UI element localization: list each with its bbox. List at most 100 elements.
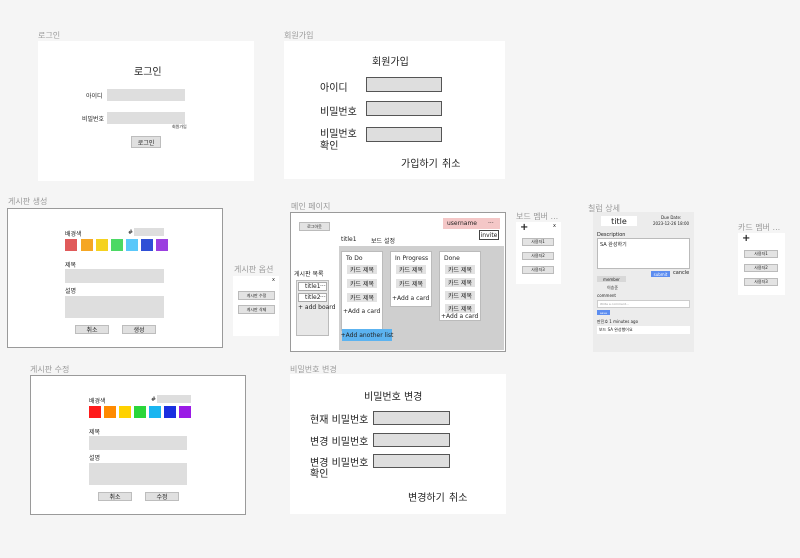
board-item-menu-icon[interactable]: ... [320,281,326,288]
color-swatch-sky[interactable] [149,406,161,418]
member-item[interactable]: 사용자1 [744,250,778,258]
board-create-title-input[interactable] [65,269,164,283]
signup-pw-input[interactable] [366,101,442,116]
card-item[interactable]: 카드 제목 [445,304,475,313]
board-list-item-label: title2 [305,294,321,301]
board-list-item[interactable]: title1 ... [298,281,327,291]
user-menu-icon[interactable]: ... [488,218,494,225]
board-item-menu-icon[interactable]: ... [320,292,326,299]
board-list-label: 게시판 목록 [294,271,324,278]
signup-id-label: 아이디 [320,83,348,94]
comment-input[interactable]: Write a comment... [597,300,690,308]
signup-pw-confirm-input[interactable] [366,127,442,142]
board-create-hash: # [128,229,134,236]
frame-label-board-options: 게시판 옵션 [234,265,274,274]
card-item[interactable]: 카드 제목 [396,279,426,288]
color-swatch-green[interactable] [134,406,146,418]
member-item[interactable]: 사용자2 [744,264,778,272]
member-item[interactable]: 사용자1 [522,238,554,246]
confirm-password-input[interactable] [373,454,450,468]
board-options-edit-button[interactable]: 게시판 수정 [238,291,275,300]
board-edit-desc-input[interactable] [89,463,187,485]
board-settings-link[interactable]: 보드 설정 [371,236,395,245]
add-member-icon[interactable]: + [520,222,528,233]
color-swatch-orange[interactable] [104,406,116,418]
color-swatch-red[interactable] [89,406,101,418]
cancel-button[interactable]: cancle [673,270,689,276]
close-icon[interactable]: x [272,277,275,283]
column-in-progress: In Progress 카드 제목 카드 제목 +Add a card [390,251,432,307]
member-item[interactable]: 사용자3 [522,266,554,274]
password-change-submit-button[interactable]: 변경하기 [408,489,445,504]
card-item[interactable]: 카드 제목 [347,293,377,302]
add-card-button[interactable]: +Add a card [343,308,380,315]
card-item[interactable]: 카드 제목 [396,265,426,274]
card-item[interactable]: 카드 제목 [347,265,377,274]
login-id-input[interactable] [107,89,185,101]
card-item[interactable]: 카드 제목 [445,278,475,287]
signup-title: 회원가입 [372,57,409,68]
color-swatch-yellow[interactable] [119,406,131,418]
board-create-cancel-button[interactable]: 취소 [75,325,109,334]
board-create-desc-input[interactable] [65,296,164,318]
comment-item: 보드 SA 완성했어요 [597,326,690,334]
board-edit-cancel-button[interactable]: 취소 [98,492,132,501]
board-edit-title-input[interactable] [89,436,187,450]
logout-button[interactable]: 로그아웃 [299,222,330,231]
signup-cancel-button[interactable]: 취소 [442,155,460,170]
board-edit-submit-button[interactable]: 수정 [145,492,179,501]
confirm-password-label-2: 확인 [310,469,329,480]
color-swatch-green[interactable] [111,239,123,251]
color-swatch-red[interactable] [65,239,77,251]
board-create-bg-label: 배경색 [65,231,82,238]
add-list-button[interactable]: +Add another list [341,329,393,341]
frame-label-board-edit: 게시판 수정 [30,365,70,374]
card-item[interactable]: 카드 제목 [445,265,475,274]
login-button[interactable]: 로그인 [131,136,161,148]
board-list-item[interactable]: title2 ... [298,292,327,302]
card-item[interactable]: 카드 제목 [347,279,377,288]
color-swatch-sky[interactable] [126,239,138,251]
signup-link[interactable]: 회원가입 [172,124,187,130]
user-badge[interactable]: username ... [443,218,500,229]
frame-label-board-members: 보드 멤버 ... [516,212,559,221]
add-board-button[interactable]: + add board [298,304,335,311]
color-swatch-blue[interactable] [164,406,176,418]
add-card-button[interactable]: +Add a card [392,295,429,302]
board-options-delete-button[interactable]: 게시판 삭제 [238,305,275,314]
invite-button[interactable]: invite [479,230,499,240]
add-member-icon[interactable]: + [742,233,750,244]
member-item[interactable]: 사용자2 [522,252,554,260]
board-members-frame: + x 사용자1 사용자2 사용자3 [516,222,561,284]
color-swatch-purple[interactable] [179,406,191,418]
column-title: In Progress [395,255,429,262]
due-date-value[interactable]: 2023-12-26 18:00 [653,221,689,226]
card-item[interactable]: 카드 제목 [445,291,475,300]
board-create-submit-button[interactable]: 생성 [122,325,156,334]
add-card-button[interactable]: +Add a card [441,313,478,320]
password-change-cancel-button[interactable]: 취소 [449,489,467,504]
current-password-input[interactable] [373,411,450,425]
color-swatch-blue[interactable] [141,239,153,251]
signup-submit-button[interactable]: 가입하기 [401,155,438,170]
board-edit-color-input[interactable] [157,395,191,403]
color-swatch-purple[interactable] [156,239,168,251]
color-swatch-orange[interactable] [81,239,93,251]
comment-label: comment [597,293,617,298]
member-item[interactable]: 사용자3 [744,278,778,286]
board-create-title-label: 제목 [65,262,77,269]
password-change-title: 비밀번호 변경 [364,392,423,403]
new-password-input[interactable] [373,433,450,447]
signup-id-input[interactable] [366,77,442,92]
frame-label-login: 로그인 [38,31,61,40]
close-icon[interactable]: x [553,223,556,229]
color-swatch-yellow[interactable] [96,239,108,251]
board-create-color-input[interactable] [134,228,164,236]
card-title-input[interactable]: title [601,216,637,226]
comment-save-button[interactable]: save [597,310,610,315]
member-button[interactable]: member [597,276,626,282]
description-input[interactable]: SA 완성하기 [597,238,690,269]
submit-button[interactable]: submit [651,271,670,277]
login-pw-input[interactable] [107,112,185,124]
new-password-label: 변경 비밀번호 [310,437,369,448]
